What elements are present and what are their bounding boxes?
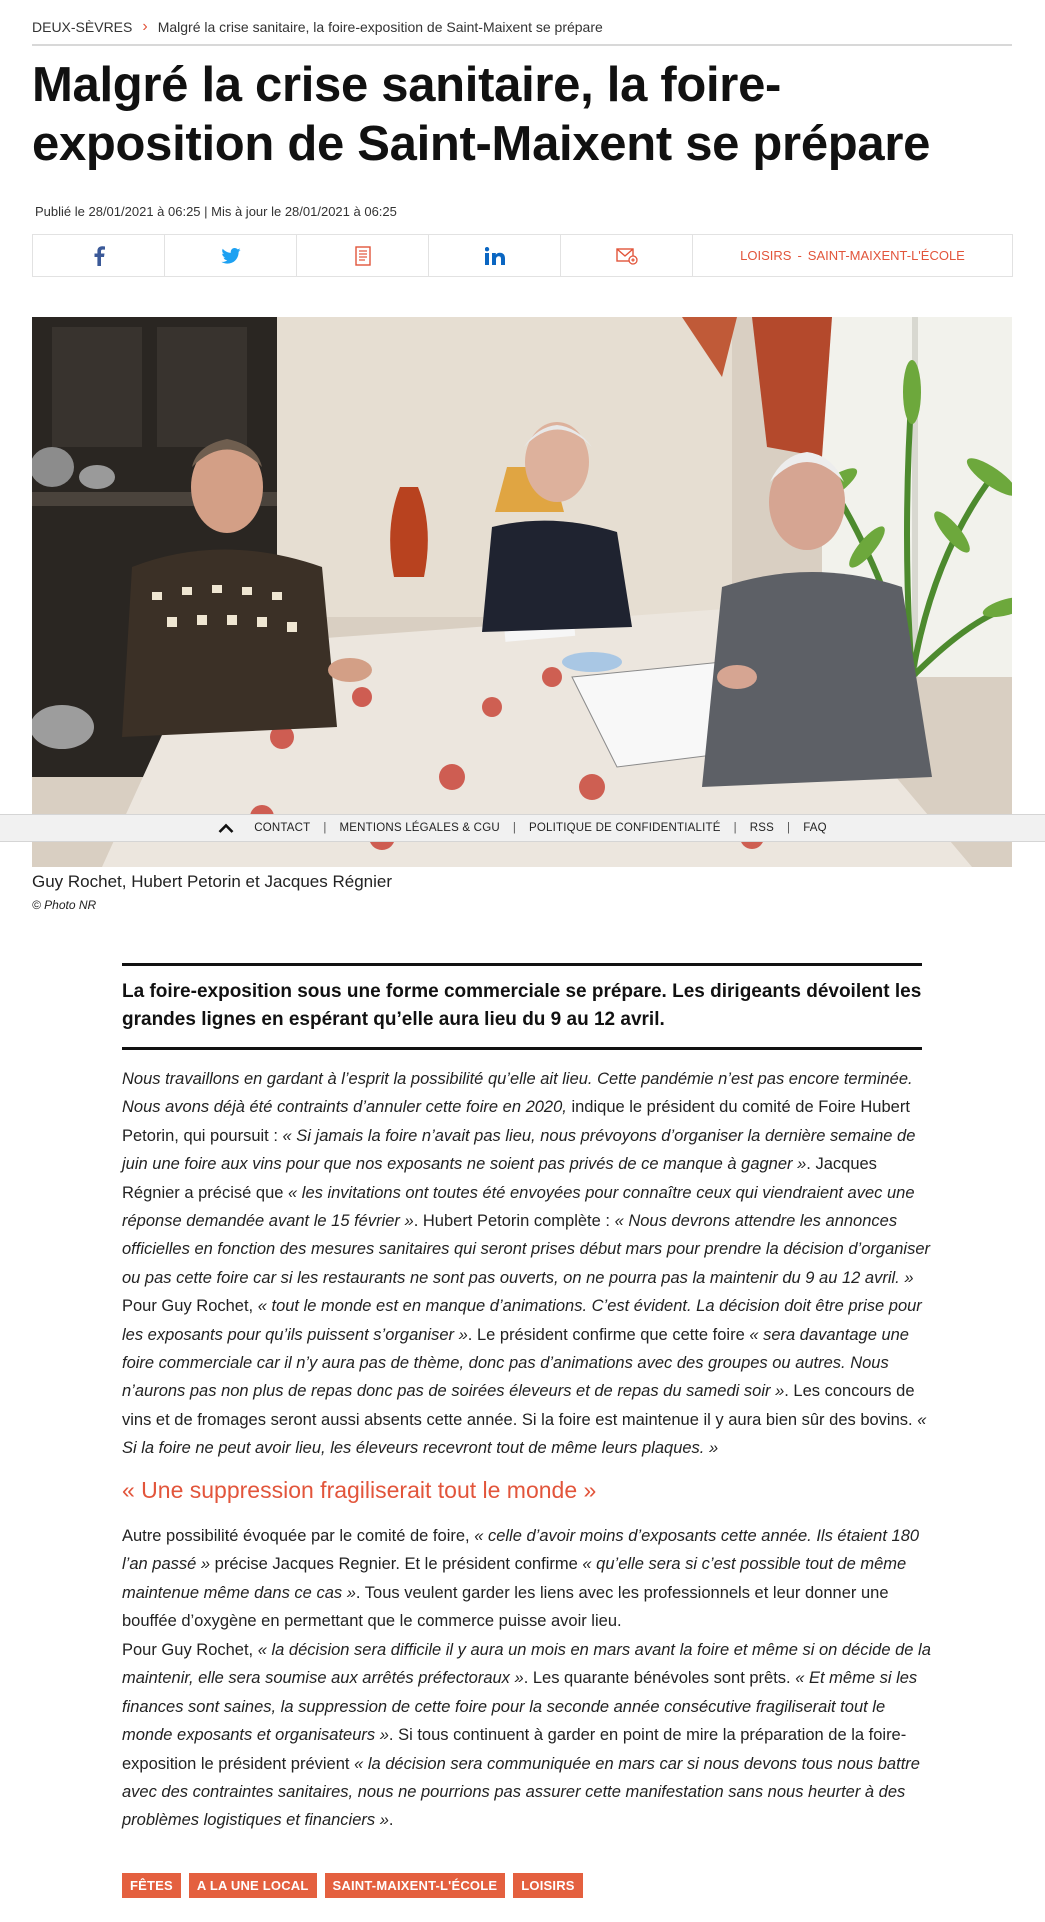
footer-link-contact[interactable]: CONTACT xyxy=(254,822,310,834)
article-tags: FÊTES A LA UNE LOCAL SAINT-MAIXENT-L'ÉCO… xyxy=(122,1873,583,1898)
article-paragraph-1: Nous travaillons en gardant à l’esprit l… xyxy=(122,1065,932,1463)
tag-fetes[interactable]: FÊTES xyxy=(122,1873,181,1898)
photo-illustration xyxy=(32,317,1012,867)
section-heading: « Une suppression fragiliserait tout le … xyxy=(122,1477,597,1503)
text: précise Jacques Regnier. Et le président… xyxy=(210,1555,583,1574)
footer-separator: | xyxy=(512,822,517,834)
print-icon xyxy=(354,245,371,266)
page-title: Malgré la crise sanitaire, la foire-expo… xyxy=(32,58,931,171)
footer-link-legal[interactable]: MENTIONS LÉGALES & CGU xyxy=(340,822,500,834)
share-email-button[interactable] xyxy=(561,235,693,276)
footer-separator: | xyxy=(733,822,737,834)
breadcrumb: DEUX-SÈVRES › Malgré la crise sanitaire,… xyxy=(32,14,1012,46)
tag-a-la-une-local[interactable]: A LA UNE LOCAL xyxy=(188,1873,317,1898)
article-paragraph-2: Autre possibilité évoquée par le comité … xyxy=(122,1522,932,1636)
breadcrumb-current: Malgré la crise sanitaire, la foire-expo… xyxy=(157,19,603,35)
share-bar: LOISIRS - SAINT-MAIXENT-L'ÉCOLE xyxy=(32,234,1013,277)
photo-credit: © Photo NR xyxy=(32,898,97,912)
share-facebook-button[interactable] xyxy=(33,235,165,276)
print-button[interactable] xyxy=(297,235,429,276)
footer-link-faq[interactable]: FAQ xyxy=(803,822,827,834)
linkedin-icon xyxy=(484,246,505,265)
topic-dash: - xyxy=(797,248,802,263)
article-photo xyxy=(32,317,1012,867)
share-linkedin-button[interactable] xyxy=(429,235,561,276)
footer-link-privacy[interactable]: POLITIQUE DE CONFIDENTIALITÉ xyxy=(529,822,721,834)
chevron-right-icon: › xyxy=(142,18,148,35)
topic-link-loisirs[interactable]: LOISIRS xyxy=(740,248,791,263)
tag-saint-maixent[interactable]: SAINT-MAIXENT-L'ÉCOLE xyxy=(324,1873,506,1898)
share-twitter-button[interactable] xyxy=(165,235,297,276)
tag-loisirs[interactable]: LOISIRS xyxy=(513,1873,583,1898)
footer-separator: | xyxy=(787,822,791,834)
footer-links-bar: CONTACT | MENTIONS LÉGALES & CGU | POLIT… xyxy=(0,814,1045,842)
text: Pour Guy Rochet, xyxy=(122,1641,258,1659)
photo-caption: Guy Rochet, Hubert Petorin et Jacques Ré… xyxy=(32,872,393,891)
topic-link-saint-maixent[interactable]: SAINT-MAIXENT-L'ÉCOLE xyxy=(808,248,965,263)
text: . Les quarante bénévoles sont prêts. xyxy=(523,1669,796,1688)
text: Autre possibilité évoquée par le comité … xyxy=(122,1527,475,1545)
publish-dates: Publié le 28/01/2021 à 06:25 | Mis à jou… xyxy=(35,204,397,219)
article-lead: La foire-exposition sous une forme comme… xyxy=(122,963,922,1050)
article-topics: LOISIRS - SAINT-MAIXENT-L'ÉCOLE xyxy=(693,235,1012,276)
twitter-icon xyxy=(220,247,241,264)
chevron-up-icon[interactable] xyxy=(218,823,234,833)
email-icon xyxy=(615,247,638,265)
footer-link-rss[interactable]: RSS xyxy=(750,822,774,834)
text: . Le président confirme que cette foire xyxy=(467,1325,750,1344)
article-paragraph-3: Pour Guy Rochet, « la décision sera diff… xyxy=(122,1636,932,1835)
facebook-icon xyxy=(94,245,105,266)
text: . Hubert Petorin complète : xyxy=(413,1212,615,1231)
breadcrumb-section-link[interactable]: DEUX-SÈVRES xyxy=(32,19,132,35)
text: . xyxy=(388,1811,394,1830)
footer-separator: | xyxy=(323,822,327,834)
text: Pour Guy Rochet, xyxy=(122,1297,258,1316)
